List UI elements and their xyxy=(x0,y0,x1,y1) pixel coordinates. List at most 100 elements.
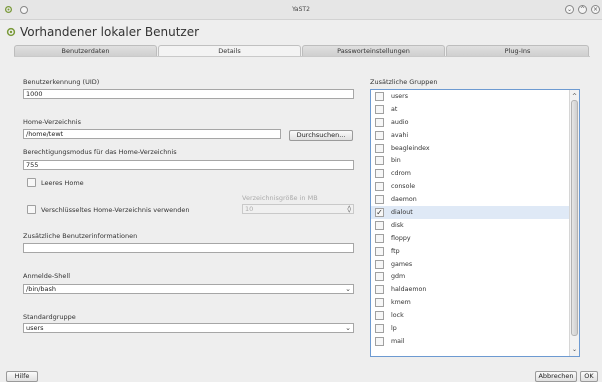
page-title: Vorhandener lokaler Benutzer xyxy=(20,25,200,39)
shell-label: Anmelde-Shell xyxy=(23,272,71,280)
group-name: lp xyxy=(391,325,397,333)
group-item-daemon[interactable]: daemon xyxy=(371,193,570,206)
group-item-disk[interactable]: disk xyxy=(371,219,570,232)
group-name: ftp xyxy=(391,247,400,255)
group-checkbox[interactable] xyxy=(375,156,384,166)
page-heading: Vorhandener lokaler Benutzer xyxy=(6,25,199,39)
empty-home-checkbox[interactable] xyxy=(27,178,36,187)
scrollbar-thumb[interactable] xyxy=(571,100,578,336)
encrypted-home-checkbox[interactable] xyxy=(27,205,36,214)
group-name: games xyxy=(391,260,413,268)
tab-benutzerdaten[interactable]: Benutzerdaten xyxy=(14,45,157,56)
group-name: bin xyxy=(391,157,401,165)
extra-info-label: Zusätzliche Benutzerinformationen xyxy=(23,232,138,240)
shell-select[interactable]: /bin/bash ⌄ xyxy=(23,284,354,294)
scroll-up-icon[interactable]: ^ xyxy=(570,93,579,100)
group-name: cdrom xyxy=(391,170,411,178)
group-checkbox[interactable] xyxy=(375,298,384,308)
ok-button[interactable]: OK xyxy=(580,371,598,382)
group-checkbox[interactable] xyxy=(375,246,384,256)
browse-button[interactable]: Durchsuchen... xyxy=(289,130,353,141)
group-checkbox[interactable] xyxy=(375,324,384,334)
group-checkbox[interactable] xyxy=(375,143,384,153)
group-item-audio[interactable]: audio xyxy=(371,116,570,129)
spin-icon[interactable]: ◊ xyxy=(348,205,351,213)
group-item-ftp[interactable]: ftp xyxy=(371,245,570,258)
group-name: disk xyxy=(391,221,404,229)
perm-field[interactable]: 755 xyxy=(23,160,354,170)
tab-plugins[interactable]: Plug-Ins xyxy=(446,45,589,56)
group-item-floppy[interactable]: floppy xyxy=(371,232,570,245)
default-group-value: users xyxy=(26,324,44,332)
maximize-button[interactable]: ^ xyxy=(578,5,587,14)
close-button[interactable]: × xyxy=(591,5,600,14)
group-name: floppy xyxy=(391,234,411,242)
default-group-label: Standardgruppe xyxy=(23,313,76,321)
group-item-kmem[interactable]: kmem xyxy=(371,296,570,309)
group-name: console xyxy=(391,183,416,191)
perm-label: Berechtigungsmodus für das Home-Verzeich… xyxy=(23,148,177,156)
help-button[interactable]: Hilfe xyxy=(6,371,38,382)
group-checkbox[interactable] xyxy=(375,104,384,114)
extra-groups-label: Zusätzliche Gruppen xyxy=(370,78,438,86)
group-item-console[interactable]: console xyxy=(371,180,570,193)
group-rows: users at audio avahi beagleindex bin cdrom cons… xyxy=(371,90,579,348)
group-item-mail[interactable]: mail xyxy=(371,335,570,348)
group-checkbox[interactable] xyxy=(375,182,384,192)
group-item-haldaemon[interactable]: haldaemon xyxy=(371,283,570,296)
group-checkbox[interactable] xyxy=(375,92,384,101)
window-title: YaST2 xyxy=(292,6,310,13)
tab-details[interactable]: Details xyxy=(158,45,301,56)
scroll-down-icon[interactable]: ⌄ xyxy=(570,346,579,353)
group-item-beagleindex[interactable]: beagleindex xyxy=(371,142,570,155)
group-checkbox[interactable] xyxy=(375,336,384,346)
group-item-bin[interactable]: bin xyxy=(371,154,570,167)
group-item-avahi[interactable]: avahi xyxy=(371,129,570,142)
group-checkbox[interactable] xyxy=(375,169,384,179)
uid-field[interactable]: 1000 xyxy=(23,89,354,99)
group-item-lock[interactable]: lock xyxy=(371,309,570,322)
dir-size-label: Verzeichnisgröße in MB xyxy=(242,194,318,202)
extra-info-field[interactable] xyxy=(23,243,354,253)
group-checkbox[interactable] xyxy=(375,195,384,205)
group-item-cdrom[interactable]: cdrom xyxy=(371,167,570,180)
group-name: audio xyxy=(391,118,409,126)
group-name: at xyxy=(391,105,398,113)
group-checkbox[interactable] xyxy=(375,259,384,269)
group-item-gdm[interactable]: gdm xyxy=(371,270,570,283)
group-checkbox[interactable] xyxy=(375,130,384,140)
group-item-users[interactable]: users xyxy=(371,90,570,103)
group-item-at[interactable]: at xyxy=(371,103,570,116)
uid-label: Benutzerkennung (UID) xyxy=(23,78,100,86)
title-bar: YaST2 ⌄ ^ × xyxy=(0,0,602,20)
minimize-button[interactable]: ⌄ xyxy=(565,5,574,14)
chevron-down-icon: ⌄ xyxy=(345,324,351,332)
group-item-games[interactable]: games xyxy=(371,258,570,271)
dir-size-field[interactable]: 10 ◊ xyxy=(242,204,354,214)
group-name: beagleindex xyxy=(391,144,430,152)
group-list-scrollbar[interactable]: ^ ⌄ xyxy=(569,90,579,356)
group-name: users xyxy=(391,93,409,100)
group-checkbox[interactable] xyxy=(375,285,384,295)
group-checkbox[interactable] xyxy=(375,311,384,321)
tab-passworteinstellungen[interactable]: Passworteinstellungen xyxy=(302,45,445,56)
group-name: mail xyxy=(391,337,405,345)
home-field[interactable]: /home/tewt xyxy=(23,129,281,139)
group-checkbox[interactable] xyxy=(375,272,384,282)
dir-size-value: 10 xyxy=(245,205,254,213)
cancel-button[interactable]: Abbrechen xyxy=(535,371,577,382)
group-name: gdm xyxy=(391,273,406,281)
group-checkbox[interactable]: ✓ xyxy=(375,208,384,218)
encrypted-home-label: Verschlüsseltes Home-Verzeichnis verwend… xyxy=(41,206,190,214)
group-checkbox[interactable] xyxy=(375,233,384,243)
group-item-lp[interactable]: lp xyxy=(371,322,570,335)
tab-bar: Benutzerdaten Details Passworteinstellun… xyxy=(14,45,590,56)
group-item-dialout[interactable]: ✓ dialout xyxy=(371,206,570,219)
extra-groups-list[interactable]: users at audio avahi beagleindex bin cdrom cons… xyxy=(370,89,580,357)
home-label: Home-Verzeichnis xyxy=(23,118,81,126)
group-checkbox[interactable] xyxy=(375,220,384,230)
empty-home-label: Leeres Home xyxy=(41,179,84,187)
default-group-select[interactable]: users ⌄ xyxy=(23,323,354,333)
group-checkbox[interactable] xyxy=(375,117,384,127)
group-name: dialout xyxy=(391,209,413,217)
